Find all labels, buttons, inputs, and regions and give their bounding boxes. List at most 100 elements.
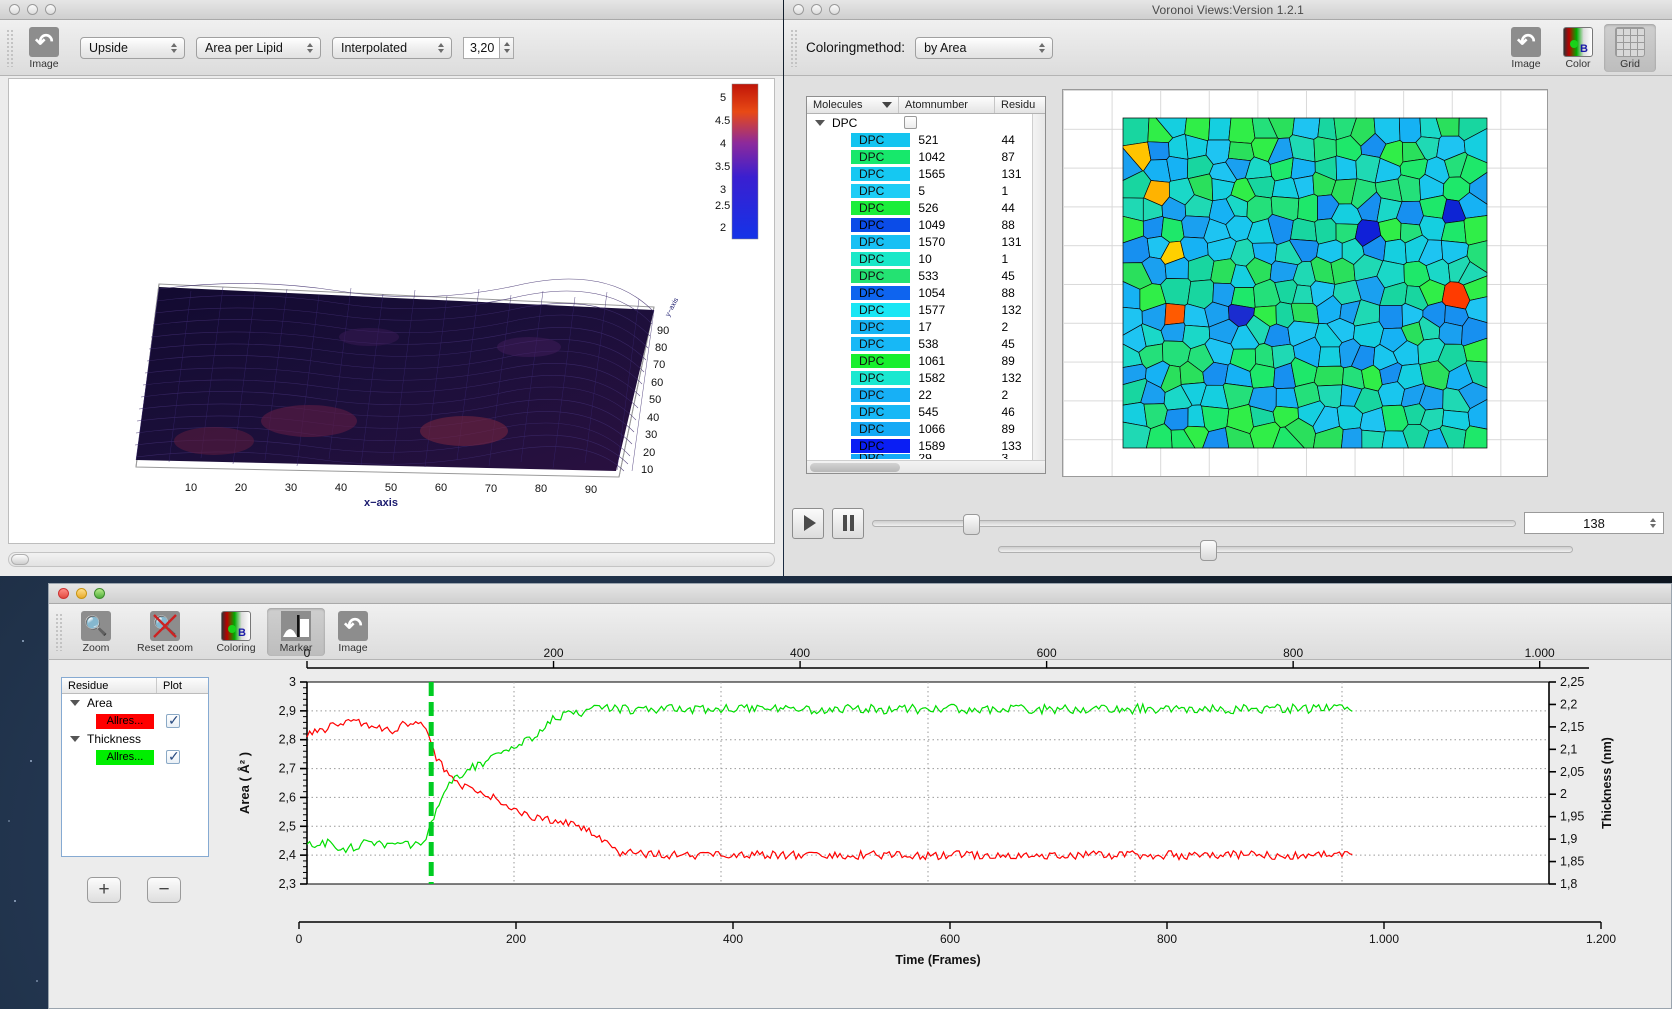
surface-window-titlebar[interactable] (0, 0, 783, 20)
close-icon[interactable] (9, 4, 20, 15)
disclosure-triangle-icon[interactable] (815, 120, 825, 126)
voronoi-cell[interactable] (1341, 428, 1362, 448)
voronoi-image-button[interactable]: Image (1500, 24, 1552, 72)
table-row[interactable]: DPC106689 (807, 420, 1045, 437)
frame-timeline-slider[interactable] (872, 520, 1516, 527)
voronoi-cell[interactable] (1209, 118, 1231, 140)
scrollbar-thumb[interactable] (810, 463, 900, 472)
voronoi-cell[interactable] (1148, 142, 1170, 160)
disclosure-triangle-icon[interactable] (70, 700, 80, 706)
table-row[interactable]: DPC293 (807, 454, 1045, 459)
graph-window-titlebar[interactable] (49, 584, 1671, 604)
voronoi-cells[interactable] (1063, 90, 1547, 476)
table-row[interactable]: DPC172 (807, 318, 1045, 335)
voronoi-cell[interactable] (1398, 175, 1421, 202)
surface-horizontal-scrollbar[interactable] (8, 552, 775, 567)
residue-plot-tree[interactable]: Residue Plot AreaAllres...ThicknessAllre… (61, 677, 209, 857)
minimize-icon[interactable] (76, 588, 87, 599)
toolbar-grip[interactable] (6, 29, 14, 67)
column-header-residue[interactable]: Residu (995, 97, 1045, 113)
voronoi-cell[interactable] (1318, 118, 1337, 140)
remove-plot-button[interactable]: − (147, 877, 181, 903)
graph-zoom-button[interactable]: Zoom (67, 608, 125, 656)
table-row[interactable]: DPC1570131 (807, 233, 1045, 250)
table-row[interactable]: DPC52644 (807, 199, 1045, 216)
tree-item-row[interactable]: Allres... (62, 712, 208, 730)
scale-stepper[interactable] (500, 37, 514, 59)
tree-group-row[interactable]: Area (62, 694, 208, 712)
surface-plot-canvas[interactable]: 1020 3040 5060 7080 90 x−axis 9080 7060 … (8, 78, 775, 544)
disclosure-triangle-icon[interactable] (70, 736, 80, 742)
table-row[interactable]: DPC53845 (807, 335, 1045, 352)
voronoi-cell[interactable] (1464, 426, 1487, 448)
voronoi-cell[interactable] (1441, 221, 1466, 243)
table-row[interactable]: DPC104287 (807, 148, 1045, 165)
voronoi-cell[interactable] (1291, 218, 1317, 241)
chevron-updown-icon[interactable] (1647, 518, 1659, 528)
close-icon[interactable] (58, 588, 69, 599)
table-vertical-scrollbar[interactable] (1032, 114, 1045, 460)
scrollbar-thumb[interactable] (11, 554, 29, 565)
rendering-dropdown[interactable]: Interpolated (332, 37, 452, 59)
graph-reset-zoom-button[interactable]: Reset zoom (125, 608, 205, 656)
property-dropdown[interactable]: Area per Lipid (196, 37, 321, 59)
voronoi-cell[interactable] (1378, 382, 1405, 406)
table-row[interactable]: DPC1582132 (807, 369, 1045, 386)
voronoi-cell[interactable] (1167, 156, 1188, 181)
minimize-icon[interactable] (27, 4, 38, 15)
toolbar-grip[interactable] (790, 29, 798, 67)
maximize-icon[interactable] (45, 4, 56, 15)
voronoi-cell[interactable] (1228, 142, 1254, 161)
table-horizontal-scrollbar[interactable] (807, 460, 1045, 473)
voronoi-cell[interactable] (1255, 343, 1274, 367)
add-plot-button[interactable]: + (87, 877, 121, 903)
table-row[interactable]: DPC101 (807, 250, 1045, 267)
column-header-molecules[interactable]: Molecules (807, 97, 899, 113)
voronoi-cell[interactable] (1379, 305, 1402, 328)
table-row[interactable]: DPC53345 (807, 267, 1045, 284)
voronoi-cell[interactable] (1439, 322, 1463, 344)
toolbar-grip[interactable] (55, 613, 63, 651)
voronoi-cell[interactable] (1123, 118, 1149, 146)
voronoi-cell[interactable] (1161, 279, 1191, 306)
voronoi-cell[interactable] (1384, 239, 1407, 265)
surface-image-button[interactable]: Image (18, 24, 70, 72)
pause-button[interactable] (832, 508, 864, 539)
voronoi-cell[interactable] (1464, 216, 1487, 246)
table-row[interactable]: DPC51 (807, 182, 1045, 199)
secondary-slider-thumb[interactable] (1200, 540, 1217, 561)
voronoi-cell[interactable] (1314, 366, 1343, 386)
table-row[interactable]: DPC1577132 (807, 301, 1045, 318)
maximize-icon[interactable] (94, 588, 105, 599)
coloringmethod-dropdown[interactable]: by Area (915, 37, 1053, 59)
table-row[interactable]: DPC104988 (807, 216, 1045, 233)
table-row[interactable]: DPC106189 (807, 352, 1045, 369)
voronoi-cell[interactable] (1399, 118, 1421, 142)
group-checkbox[interactable] (904, 116, 917, 129)
column-header-atomnumber[interactable]: Atomnumber (899, 97, 995, 113)
table-row[interactable]: DPC105488 (807, 284, 1045, 301)
voronoi-cell[interactable] (1250, 364, 1275, 388)
voronoi-cell[interactable] (1362, 430, 1385, 448)
voronoi-diagram-canvas[interactable] (1062, 89, 1548, 477)
voronoi-cell[interactable] (1318, 347, 1341, 367)
voronoi-cell[interactable] (1298, 194, 1318, 222)
orientation-dropdown[interactable]: Upside (80, 37, 185, 59)
voronoi-window-titlebar[interactable]: Voronoi Views:Version 1.2.1 (784, 0, 1672, 20)
table-row[interactable]: DPC1589133 (807, 437, 1045, 454)
scale-input[interactable]: 3,20 (463, 37, 500, 59)
tree-group-row[interactable]: Thickness (62, 730, 208, 748)
tree-item-row[interactable]: Allres... (62, 748, 208, 766)
table-group-row[interactable]: DPC (807, 114, 1045, 131)
table-row[interactable]: DPC52144 (807, 131, 1045, 148)
voronoi-cell[interactable] (1161, 323, 1185, 342)
tree-item-checkbox[interactable] (166, 714, 180, 728)
voronoi-cell[interactable] (1291, 303, 1319, 324)
timeseries-chart[interactable]: 02004006008001.00032,92,82,72,62,52,42,3… (219, 646, 1663, 1004)
table-row[interactable]: DPC1565131 (807, 165, 1045, 182)
frame-number-input[interactable]: 138 (1524, 512, 1664, 534)
voronoi-cell[interactable] (1229, 118, 1255, 143)
timeline-thumb[interactable] (963, 514, 980, 535)
voronoi-grid-button[interactable]: Grid (1604, 24, 1656, 72)
tree-item-checkbox[interactable] (166, 750, 180, 764)
